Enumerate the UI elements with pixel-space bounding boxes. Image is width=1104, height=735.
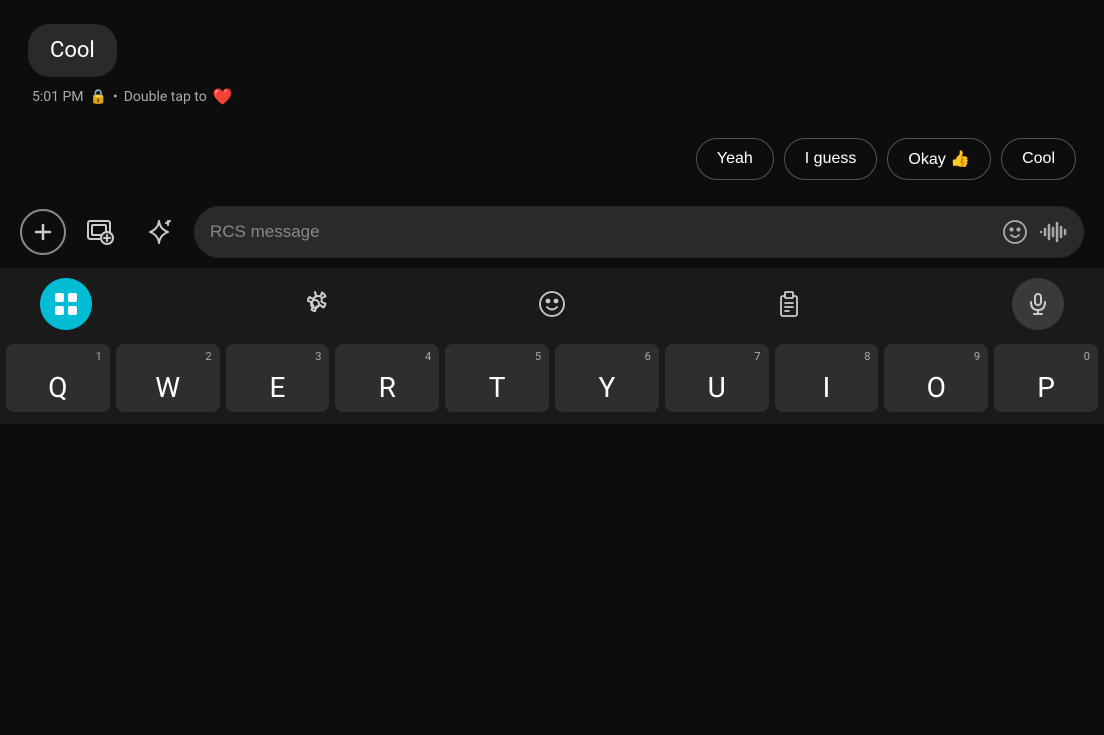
- key-p[interactable]: 0 P: [994, 344, 1098, 412]
- emoji-icon: [1002, 219, 1028, 245]
- plus-icon: [31, 220, 55, 244]
- gallery-icon: [85, 216, 117, 248]
- keyboard-row-1: 1 Q 2 W 3 E 4 R 5 T 6 Y 7 U 8 I: [6, 344, 1098, 412]
- add-attachment-button[interactable]: [20, 209, 66, 255]
- quick-reply-okay[interactable]: Okay 👍: [887, 138, 991, 180]
- meta-separator: •: [113, 89, 118, 105]
- emoji-toolbar-button[interactable]: [538, 290, 566, 318]
- microphone-button[interactable]: [1012, 278, 1064, 330]
- gallery-button[interactable]: [78, 209, 124, 255]
- apps-button[interactable]: [40, 278, 92, 330]
- key-q[interactable]: 1 Q: [6, 344, 110, 412]
- quick-reply-yeah[interactable]: Yeah: [696, 138, 774, 180]
- message-time: 5:01 PM: [32, 89, 84, 105]
- key-o[interactable]: 9 O: [884, 344, 988, 412]
- heart-icon: ❤️: [213, 87, 233, 106]
- mic-icon: [1026, 292, 1050, 316]
- message-area: Cool 5:01 PM 🔒 • Double tap to ❤️: [0, 0, 1104, 122]
- apps-icon: [52, 290, 80, 318]
- double-tap-text: Double tap to: [124, 89, 207, 105]
- input-area: [0, 196, 1104, 268]
- emoji-toolbar-icon: [538, 290, 566, 318]
- keyboard-toolbar: [0, 268, 1104, 340]
- clipboard-icon: [775, 290, 803, 318]
- clipboard-button[interactable]: [775, 290, 803, 318]
- ai-button[interactable]: [136, 209, 182, 255]
- key-e[interactable]: 3 E: [226, 344, 330, 412]
- key-w[interactable]: 2 W: [116, 344, 220, 412]
- key-y[interactable]: 6 Y: [555, 344, 659, 412]
- message-bubble: Cool: [28, 24, 117, 77]
- key-t[interactable]: 5 T: [445, 344, 549, 412]
- message-input[interactable]: [210, 222, 992, 242]
- lock-icon: 🔒: [90, 89, 107, 105]
- audio-waveform-button[interactable]: [1038, 219, 1068, 245]
- key-r[interactable]: 4 R: [335, 344, 439, 412]
- key-u[interactable]: 7 U: [665, 344, 769, 412]
- keyboard: 1 Q 2 W 3 E 4 R 5 T 6 Y 7 U 8 I: [0, 340, 1104, 424]
- sparkle-icon: [144, 217, 174, 247]
- message-input-wrapper: [194, 206, 1084, 258]
- key-i[interactable]: 8 I: [775, 344, 879, 412]
- gear-icon: [301, 290, 329, 318]
- quick-reply-iguess[interactable]: I guess: [784, 138, 878, 180]
- message-meta: 5:01 PM 🔒 • Double tap to ❤️: [28, 87, 1076, 106]
- quick-replies-container: Yeah I guess Okay 👍 Cool: [0, 122, 1104, 196]
- quick-reply-cool[interactable]: Cool: [1001, 138, 1076, 180]
- settings-button[interactable]: [301, 290, 329, 318]
- emoji-button[interactable]: [1002, 219, 1028, 245]
- waveform-icon: [1038, 219, 1068, 245]
